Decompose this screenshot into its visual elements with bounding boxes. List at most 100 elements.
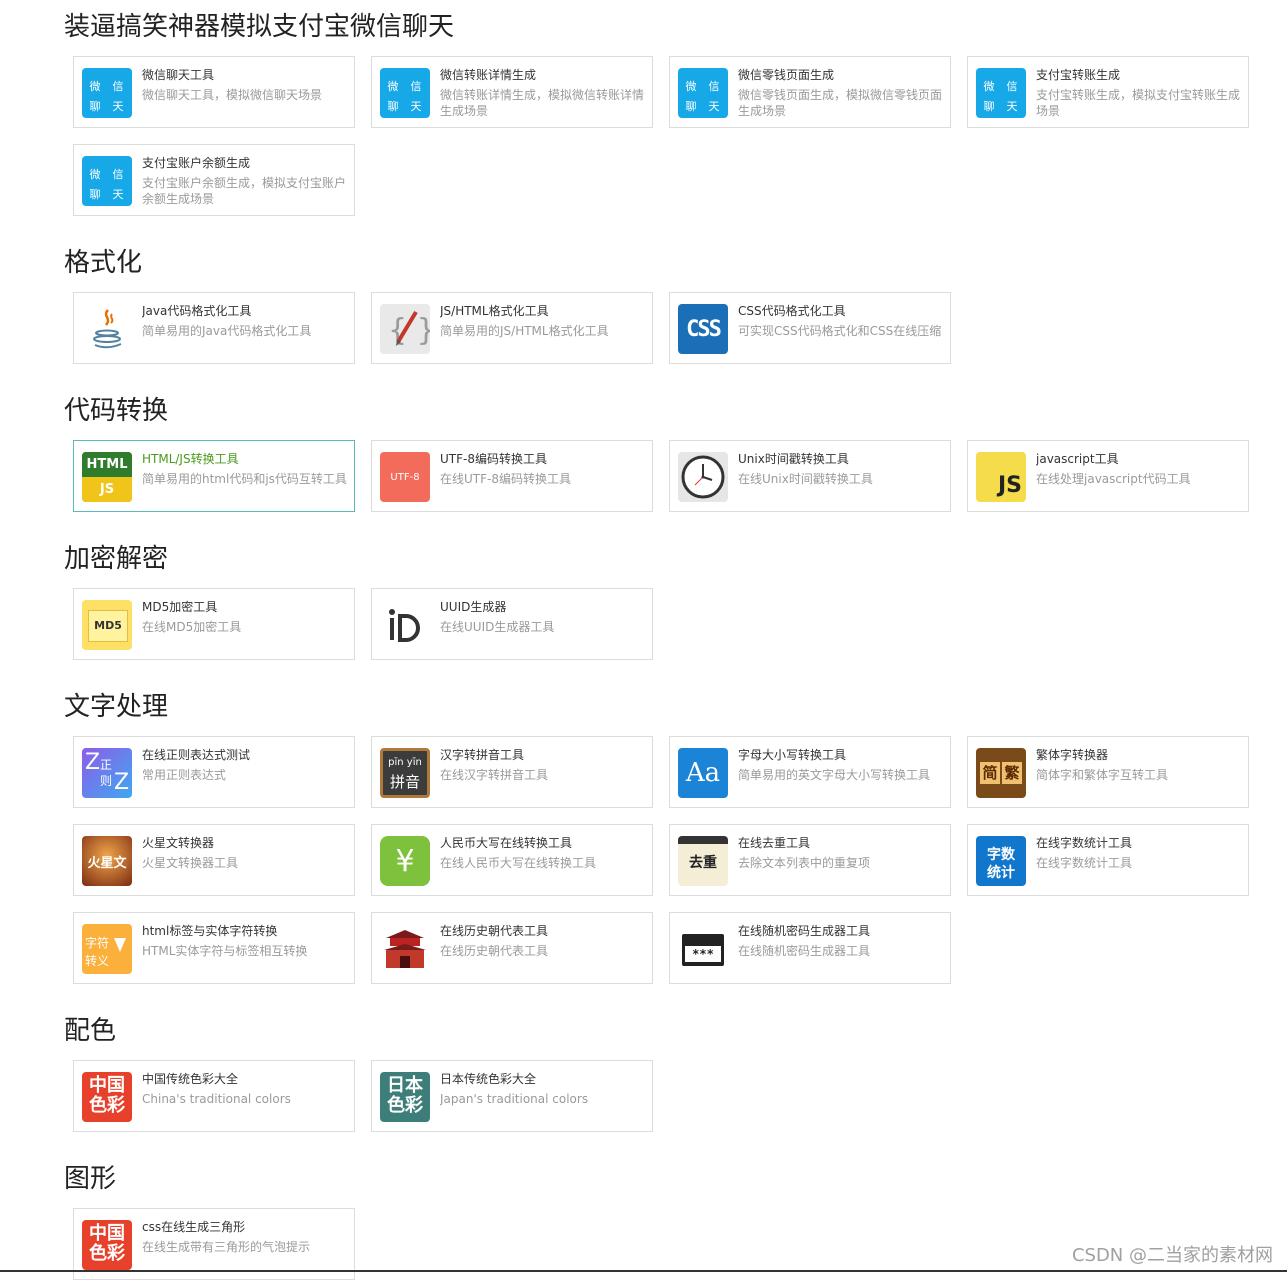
section-title-crypto: 加密解密: [64, 544, 169, 574]
tool-desc: 在线生成带有三角形的气泡提示: [142, 1240, 311, 1254]
tool-card-wechat-chat[interactable]: 微信 聊天 微信聊天工具 微信聊天工具，模拟微信聊天场景: [73, 56, 355, 128]
tool-card-java-format[interactable]: Java代码格式化工具 简单易用的Java代码格式化工具: [73, 292, 355, 364]
tool-card-letter-case[interactable]: Aa 字母大小写转换工具 简单易用的英文字母大小写转换工具: [669, 736, 951, 808]
regex-icon: Z 正 则 Z: [82, 748, 132, 798]
tool-title: 汉字转拼音工具: [440, 748, 525, 762]
china-colors-icon: 中国 色彩: [82, 1072, 132, 1122]
tool-title: 中国传统色彩大全: [142, 1072, 239, 1086]
tool-card-wechat-change[interactable]: 微信 聊天 微信零钱页面生成 微信零钱页面生成，模拟微信零钱页面生成场景: [669, 56, 951, 128]
char-escape-icon: 字符 转义: [82, 924, 132, 974]
tool-desc: 在线字数统计工具: [1036, 856, 1133, 870]
tool-desc: 简单易用的JS/HTML格式化工具: [440, 324, 609, 338]
tool-desc: 微信转账详情生成，模拟微信转账详情生成场景: [440, 88, 645, 118]
tool-title: html标签与实体字符转换: [142, 924, 278, 938]
tool-title: MD5加密工具: [142, 600, 218, 614]
tool-desc: Japan's traditional colors: [440, 1092, 589, 1106]
watermark: CSDN @二当家的素材网: [1071, 1245, 1273, 1266]
tool-title: javascript工具: [1036, 452, 1119, 466]
section-title-prank: 装逼搞笑神器模拟支付宝微信聊天: [64, 12, 455, 42]
wechat-chat-icon: 微信 聊天: [82, 68, 132, 118]
tool-desc: 在线UTF-8编码转换工具: [440, 472, 571, 486]
tool-title: 日本传统色彩大全: [440, 1072, 537, 1086]
tool-card-traditional[interactable]: 简 繁 繁体字转换器 简体字和繁体字互转工具: [967, 736, 1249, 808]
tool-desc: 在线UUID生成器工具: [440, 620, 555, 634]
tool-card-china-colors[interactable]: 中国 色彩 中国传统色彩大全 China's traditional colors: [73, 1060, 355, 1132]
section-title-code-convert: 代码转换: [64, 396, 169, 426]
tool-card-martian[interactable]: 火星文 火星文转换器 火星文转换器工具: [73, 824, 355, 896]
svg-text:{ }: { }: [388, 313, 430, 348]
china-colors-icon: 中国 色彩: [82, 1220, 132, 1270]
tool-title: 人民币大写在线转换工具: [440, 836, 573, 850]
tool-desc: 在线MD5加密工具: [142, 620, 242, 634]
clock-icon: [678, 452, 728, 502]
tool-desc: HTML实体字符与标签相互转换: [142, 944, 308, 958]
password-icon: ***: [678, 924, 728, 974]
tool-card-regex[interactable]: Z 正 则 Z 在线正则表达式测试 常用正则表达式: [73, 736, 355, 808]
tool-desc: 在线人民币大写在线转换工具: [440, 856, 597, 870]
tool-desc: 微信零钱页面生成，模拟微信零钱页面生成场景: [738, 88, 943, 118]
tool-card-japan-colors[interactable]: 日本 色彩 日本传统色彩大全 Japan's traditional colors: [371, 1060, 653, 1132]
tool-desc: 火星文转换器工具: [142, 856, 239, 870]
traditional-simplified-icon: 简 繁: [976, 748, 1026, 798]
tool-card-alipay-transfer[interactable]: 微信 聊天 支付宝转账生成 支付宝转账生成，模拟支付宝转账生成场景: [967, 56, 1249, 128]
tool-card-javascript[interactable]: JS javascript工具 在线处理javascript代码工具: [967, 440, 1249, 512]
tool-desc: 微信聊天工具，模拟微信聊天场景: [142, 88, 323, 102]
tool-desc: 简单易用的英文字母大小写转换工具: [738, 768, 931, 782]
tool-card-history[interactable]: 在线历史朝代表工具 在线历史朝代表工具: [371, 912, 653, 984]
tool-title: 在线随机密码生成器工具: [738, 924, 871, 938]
tool-title: 在线去重工具: [738, 836, 811, 850]
martian-text-icon: 火星文: [82, 836, 132, 886]
tool-desc: China's traditional colors: [142, 1092, 291, 1106]
html-js-icon: HTML JS: [82, 452, 132, 502]
js-icon: JS: [976, 452, 1026, 502]
history-gate-icon: [380, 924, 430, 974]
md5-icon: MD5: [82, 600, 132, 650]
tool-card-html-entity[interactable]: 字符 转义 html标签与实体字符转换 HTML实体字符与标签相互转换: [73, 912, 355, 984]
tool-card-md5[interactable]: MD5 MD5加密工具 在线MD5加密工具: [73, 588, 355, 660]
tool-card-html-js[interactable]: HTML JS HTML/JS转换工具 简单易用的html代码和js代码互转工具: [73, 440, 355, 512]
section-title-graphics: 图形: [64, 1164, 117, 1194]
tool-desc: 支付宝转账生成，模拟支付宝转账生成场景: [1036, 88, 1241, 118]
tool-card-word-count[interactable]: 字数 统计 在线字数统计工具 在线字数统计工具: [967, 824, 1249, 896]
java-icon: [82, 304, 132, 354]
tool-desc: 在线历史朝代表工具: [440, 944, 549, 958]
tool-card-css-format[interactable]: CSS CSS代码格式化工具 可实现CSS代码格式化和CSS在线压缩: [669, 292, 951, 364]
tool-card-jshtml-format[interactable]: { } JS/HTML格式化工具 简单易用的JS/HTML格式化工具: [371, 292, 653, 364]
tool-card-utf8[interactable]: UTF-8 UTF-8编码转换工具 在线UTF-8编码转换工具: [371, 440, 653, 512]
tool-title: css在线生成三角形: [142, 1220, 246, 1234]
tool-title: 繁体字转换器: [1036, 748, 1109, 762]
tool-title: UTF-8编码转换工具: [440, 452, 547, 466]
tool-card-pinyin[interactable]: pīn yīn 拼音 汉字转拼音工具 在线汉字转拼音工具: [371, 736, 653, 808]
tool-desc: 去除文本列表中的重复项: [738, 856, 871, 870]
utf8-icon: UTF-8: [380, 452, 430, 502]
section-title-colors: 配色: [64, 1016, 117, 1046]
tool-card-wechat-transfer[interactable]: 微信 聊天 微信转账详情生成 微信转账详情生成，模拟微信转账详情生成场景: [371, 56, 653, 128]
tool-card-dedupe[interactable]: 去重 在线去重工具 去除文本列表中的重复项: [669, 824, 951, 896]
tool-title: CSS代码格式化工具: [738, 304, 846, 318]
tool-card-alipay-balance[interactable]: 微信 聊天 支付宝账户余额生成 支付宝账户余额生成，模拟支付宝账户余额生成场景: [73, 144, 355, 216]
section-title-text: 文字处理: [64, 692, 169, 722]
tool-card-uuid[interactable]: UUID生成器 在线UUID生成器工具: [371, 588, 653, 660]
wechat-chat-icon: 微信 聊天: [380, 68, 430, 118]
pinyin-icon: pīn yīn 拼音: [380, 748, 430, 798]
braces-pencil-icon: { }: [380, 304, 430, 354]
tool-desc: 可实现CSS代码格式化和CSS在线压缩: [738, 324, 942, 338]
tool-title: 字母大小写转换工具: [738, 748, 847, 762]
tool-desc: 常用正则表达式: [142, 768, 227, 782]
tool-title: HTML/JS转换工具: [142, 452, 239, 466]
tool-desc: 在线Unix时间戳转换工具: [738, 472, 873, 486]
tool-card-password[interactable]: *** 在线随机密码生成器工具 在线随机密码生成器工具: [669, 912, 951, 984]
rmb-icon: ¥: [380, 836, 430, 886]
tool-title: 微信零钱页面生成: [738, 68, 835, 82]
tool-title: 在线正则表达式测试: [142, 748, 251, 762]
tool-card-rmb[interactable]: ¥ 人民币大写在线转换工具 在线人民币大写在线转换工具: [371, 824, 653, 896]
tool-desc: 在线处理javascript代码工具: [1036, 472, 1191, 486]
tool-desc: 在线汉字转拼音工具: [440, 768, 549, 782]
tool-desc: 在线随机密码生成器工具: [738, 944, 871, 958]
tool-card-unix-time[interactable]: Unix时间戳转换工具 在线Unix时间戳转换工具: [669, 440, 951, 512]
tool-title: 微信聊天工具: [142, 68, 215, 82]
word-count-icon: 字数 统计: [976, 836, 1026, 886]
letter-case-icon: Aa: [678, 748, 728, 798]
tool-title: 支付宝账户余额生成: [142, 156, 251, 170]
tool-desc: 简体字和繁体字互转工具: [1036, 768, 1169, 782]
